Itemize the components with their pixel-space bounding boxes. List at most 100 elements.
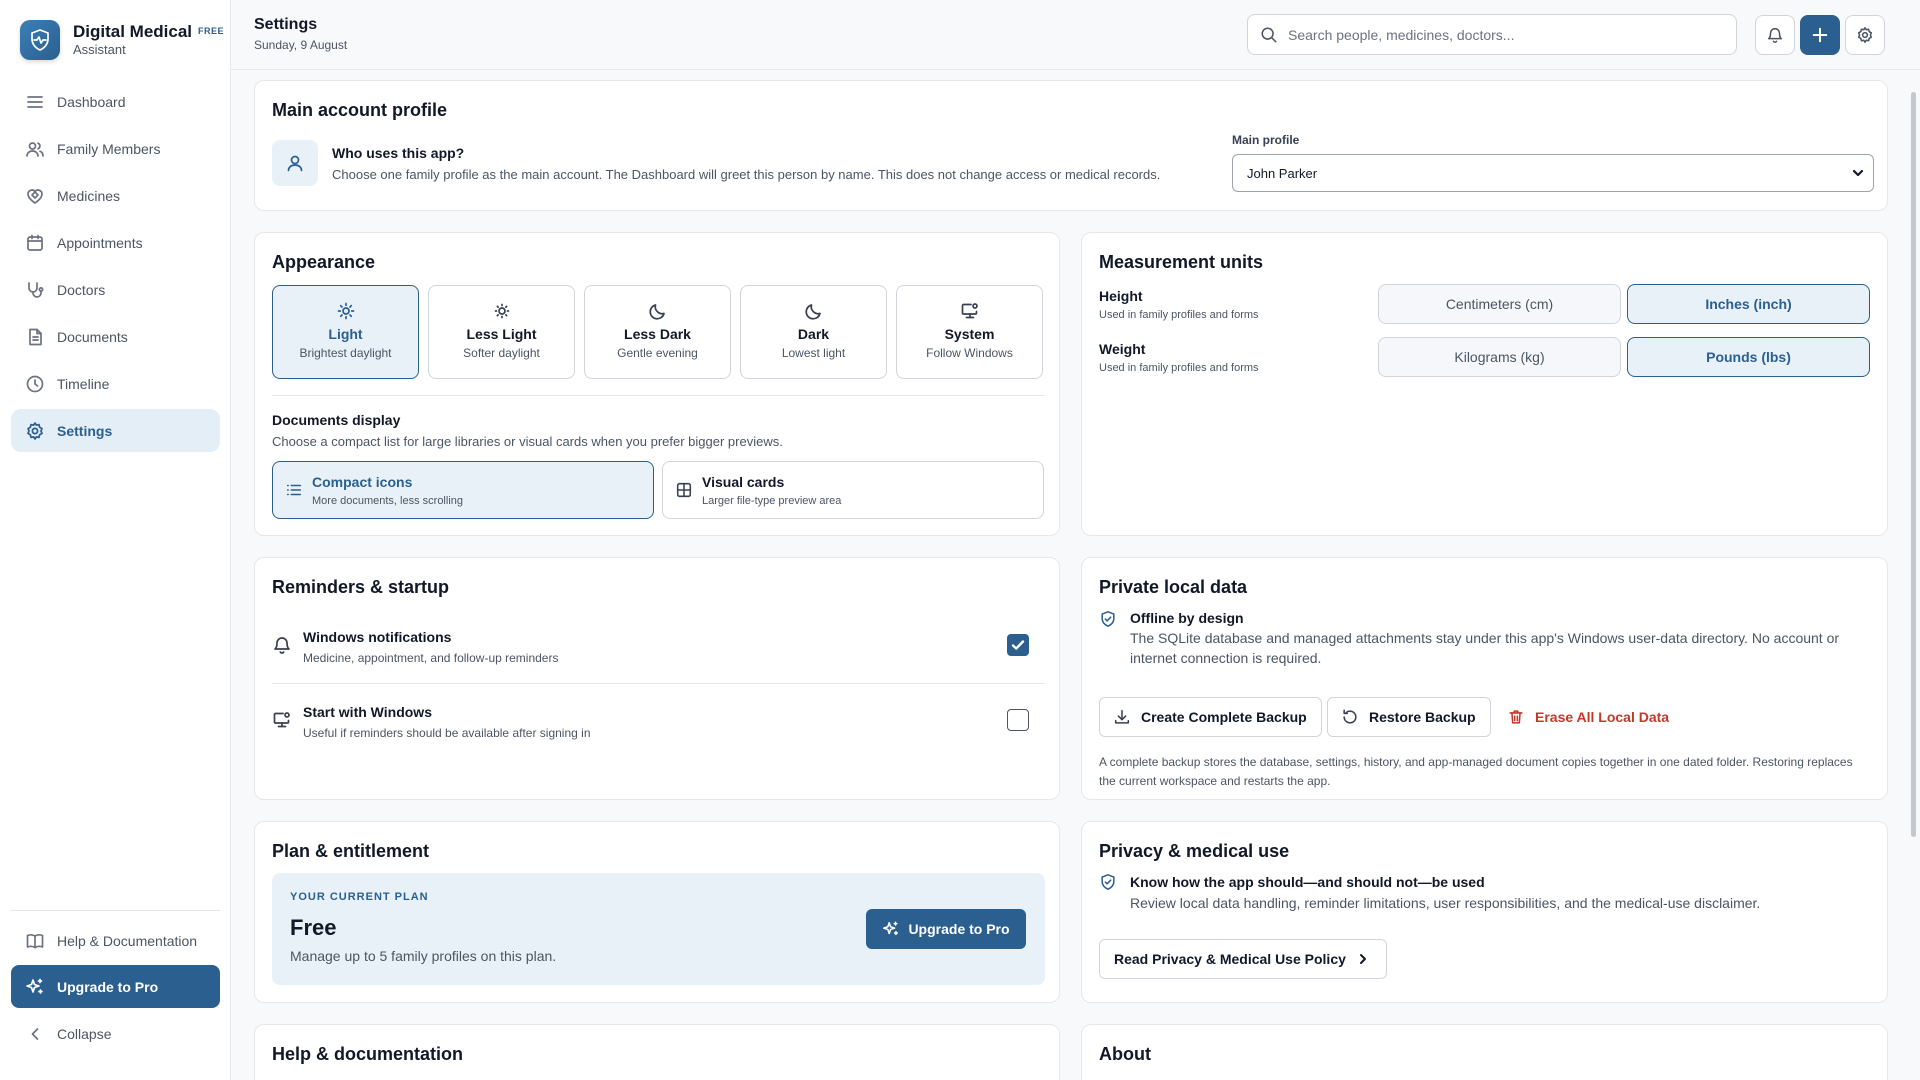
weight-label: Weight: [1099, 341, 1146, 357]
unit-option-centimeters[interactable]: Centimeters (cm): [1378, 284, 1621, 324]
heart-pill-icon: [27, 188, 43, 204]
current-plan-box: YOUR CURRENT PLAN Free Manage up to 5 fa…: [272, 873, 1045, 985]
unit-option-inches[interactable]: Inches (inch): [1627, 284, 1870, 324]
list-icon: [286, 484, 302, 496]
sidebar-item-timeline[interactable]: Timeline: [11, 362, 220, 405]
read-privacy-policy-label: Read Privacy & Medical Use Policy: [1114, 951, 1346, 967]
brand: Digital Medical FREE Assistant: [20, 20, 224, 60]
theme-sub: Brightest daylight: [299, 346, 392, 360]
collapse-label: Collapse: [57, 1026, 112, 1042]
documents-display-desc: Choose a compact list for large librarie…: [272, 434, 783, 449]
backup-note: A complete backup stores the database, s…: [1099, 755, 1853, 788]
sidebar-item-label: Settings: [57, 422, 113, 439]
reminders-startup-card: Reminders & startup Windows notification…: [254, 557, 1060, 800]
card-title: About: [1099, 1044, 1151, 1064]
theme-sub: Softer daylight: [463, 346, 540, 360]
stethoscope-icon: [28, 281, 44, 298]
create-backup-button[interactable]: Create Complete Backup: [1099, 697, 1322, 737]
settings-button[interactable]: [1845, 15, 1885, 55]
main-profile-label: Main profile: [1232, 133, 1300, 147]
current-plan-label: YOUR CURRENT PLAN: [290, 891, 429, 903]
menu-icon: [27, 95, 43, 108]
upgrade-to-pro-button[interactable]: Upgrade to Pro: [866, 909, 1026, 949]
sidebar-item-label: Appointments: [57, 234, 143, 251]
upgrade-label: Upgrade to Pro: [57, 978, 159, 995]
theme-option-dark[interactable]: Dark Lowest light: [740, 285, 887, 379]
sidebar-item-appointments[interactable]: Appointments: [11, 221, 220, 264]
notifications-checkbox[interactable]: [1007, 634, 1029, 656]
sparkle-icon: [26, 978, 43, 994]
card-title: Appearance: [272, 252, 376, 272]
sidebar-item-documents[interactable]: Documents: [11, 315, 220, 358]
notifications-button[interactable]: [1755, 15, 1795, 55]
sidebar-item-settings[interactable]: Settings: [11, 409, 220, 452]
erase-all-data-label: Erase All Local Data: [1535, 709, 1670, 725]
search-input[interactable]: [1288, 26, 1718, 43]
startup-label: Start with Windows: [303, 704, 432, 720]
upgrade-to-pro-label: Upgrade to Pro: [908, 921, 1010, 937]
page-date: Sunday, 9 August: [254, 38, 348, 52]
private-local-data-card: Private local data Offline by design The…: [1081, 557, 1888, 800]
unit-option-pounds[interactable]: Pounds (lbs): [1627, 337, 1870, 377]
sidebar-item-label: Timeline: [57, 375, 110, 392]
sidebar-footer: Help & Documentation Upgrade to Pro Coll…: [11, 910, 220, 1054]
notifications-label: Windows notifications: [303, 629, 452, 645]
add-button[interactable]: [1800, 15, 1840, 55]
collapse-button[interactable]: Collapse: [11, 1014, 220, 1054]
main-profile-value: John Parker: [1247, 165, 1318, 181]
read-privacy-policy-button[interactable]: Read Privacy & Medical Use Policy: [1099, 939, 1387, 979]
startup-desc: Useful if reminders should be available …: [303, 726, 591, 740]
theme-option-less-dark[interactable]: Less Dark Gentle evening: [584, 285, 731, 379]
book-icon: [26, 933, 44, 949]
sidebar-upgrade-button[interactable]: Upgrade to Pro: [11, 965, 220, 1008]
theme-option-light[interactable]: Light Brightest daylight: [272, 285, 419, 379]
theme-option-system[interactable]: System Follow Windows: [896, 285, 1043, 379]
sidebar-item-doctors[interactable]: Doctors: [11, 268, 220, 311]
sidebar-item-family-members[interactable]: Family Members: [11, 127, 220, 170]
plus-icon: [1812, 27, 1828, 43]
help-documentation-link[interactable]: Help & Documentation: [11, 921, 220, 961]
help-documentation-card: Help & documentation: [254, 1024, 1060, 1080]
app-name: Digital Medical: [73, 22, 193, 41]
chevron-down-icon: [1852, 169, 1864, 177]
monitor-gear-icon: [961, 303, 978, 319]
card-title: Main account profile: [272, 100, 448, 120]
profile-question: Who uses this app?: [332, 145, 465, 161]
notifications-desc: Medicine, appointment, and follow-up rem…: [303, 651, 559, 665]
main-profile-select[interactable]: John Parker: [1232, 154, 1874, 192]
sun-icon: [337, 302, 354, 320]
theme-label: Light: [328, 326, 363, 342]
startup-checkbox[interactable]: [1007, 709, 1029, 731]
theme-option-less-light[interactable]: Less Light Softer daylight: [428, 285, 575, 379]
sidebar-item-label: Medicines: [57, 187, 121, 204]
erase-all-data-button[interactable]: Erase All Local Data: [1494, 697, 1683, 737]
user-icon: [272, 140, 318, 186]
card-title: Plan & entitlement: [272, 841, 430, 861]
app-subtitle: Assistant: [73, 42, 126, 57]
doc-option-sub: More documents, less scrolling: [312, 495, 464, 507]
docs-option-visual[interactable]: Visual cards Larger file-type preview ar…: [662, 461, 1044, 519]
offline-heading: Offline by design: [1130, 610, 1244, 626]
unit-option-kilograms[interactable]: Kilograms (kg): [1378, 337, 1621, 377]
gear-icon: [1857, 27, 1873, 43]
top-header: Settings Sunday, 9 August: [231, 0, 1920, 70]
search-icon: [1261, 26, 1277, 43]
main-account-profile-card: Main account profile Who uses this app? …: [254, 80, 1888, 211]
main-scrollbar[interactable]: [1911, 92, 1916, 837]
card-title: Privacy & medical use: [1099, 841, 1290, 861]
gear-icon: [27, 421, 43, 440]
privacy-description: Review local data handling, reminder lim…: [1130, 895, 1761, 911]
card-title: Help & documentation: [272, 1044, 464, 1064]
grid-icon: [676, 482, 692, 498]
restore-icon: [1343, 709, 1357, 724]
theme-sub: Follow Windows: [926, 346, 1013, 360]
sidebar-item-medicines[interactable]: Medicines: [11, 174, 220, 217]
sidebar-item-dashboard[interactable]: Dashboard: [11, 80, 220, 123]
sidebar-item-label: Family Members: [57, 140, 161, 157]
restore-backup-label: Restore Backup: [1369, 709, 1476, 725]
theme-label: Less Dark: [624, 326, 691, 342]
restore-backup-button[interactable]: Restore Backup: [1327, 697, 1491, 737]
measurement-units-card: Measurement units Height Used in family …: [1081, 232, 1888, 536]
docs-option-compact[interactable]: Compact icons More documents, less scrol…: [272, 461, 654, 519]
shield-check-icon: [1101, 611, 1115, 627]
